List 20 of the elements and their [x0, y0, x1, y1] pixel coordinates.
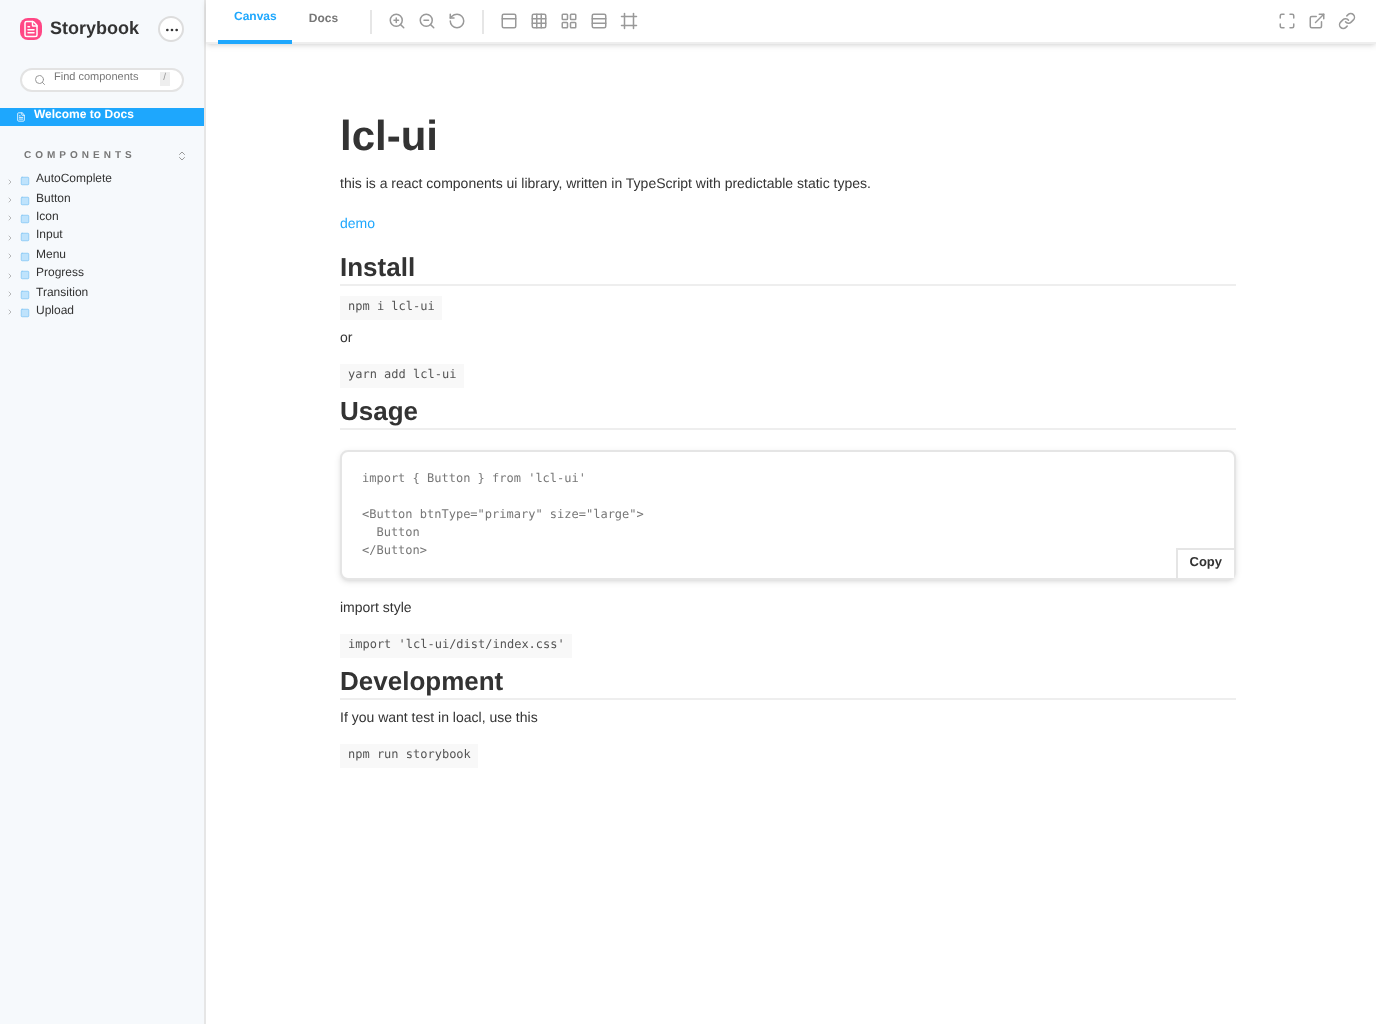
logo-icon	[20, 18, 42, 41]
section-heading: Usage	[340, 394, 1236, 430]
page-title: lcl-ui	[340, 112, 439, 164]
zoom-in-icon[interactable]	[388, 12, 407, 30]
menu-button[interactable]	[158, 16, 184, 43]
link-icon[interactable]	[1338, 12, 1356, 30]
section-heading: Development	[340, 664, 1236, 700]
fullscreen-icon[interactable]	[1278, 12, 1296, 30]
outline-icon[interactable]	[620, 12, 639, 30]
reset-zoom-icon[interactable]	[448, 12, 467, 30]
document-icon	[16, 111, 26, 121]
layout-icon[interactable]	[560, 12, 579, 30]
grid-icon[interactable]	[530, 12, 549, 30]
background-icon[interactable]	[500, 12, 519, 30]
section-heading: Install	[340, 250, 1236, 286]
new-tab-icon[interactable]	[1308, 12, 1326, 30]
brand-name: Storybook	[50, 16, 140, 42]
rows-icon[interactable]	[590, 12, 609, 30]
search-icon	[34, 73, 46, 85]
zoom-out-icon[interactable]	[418, 12, 437, 30]
